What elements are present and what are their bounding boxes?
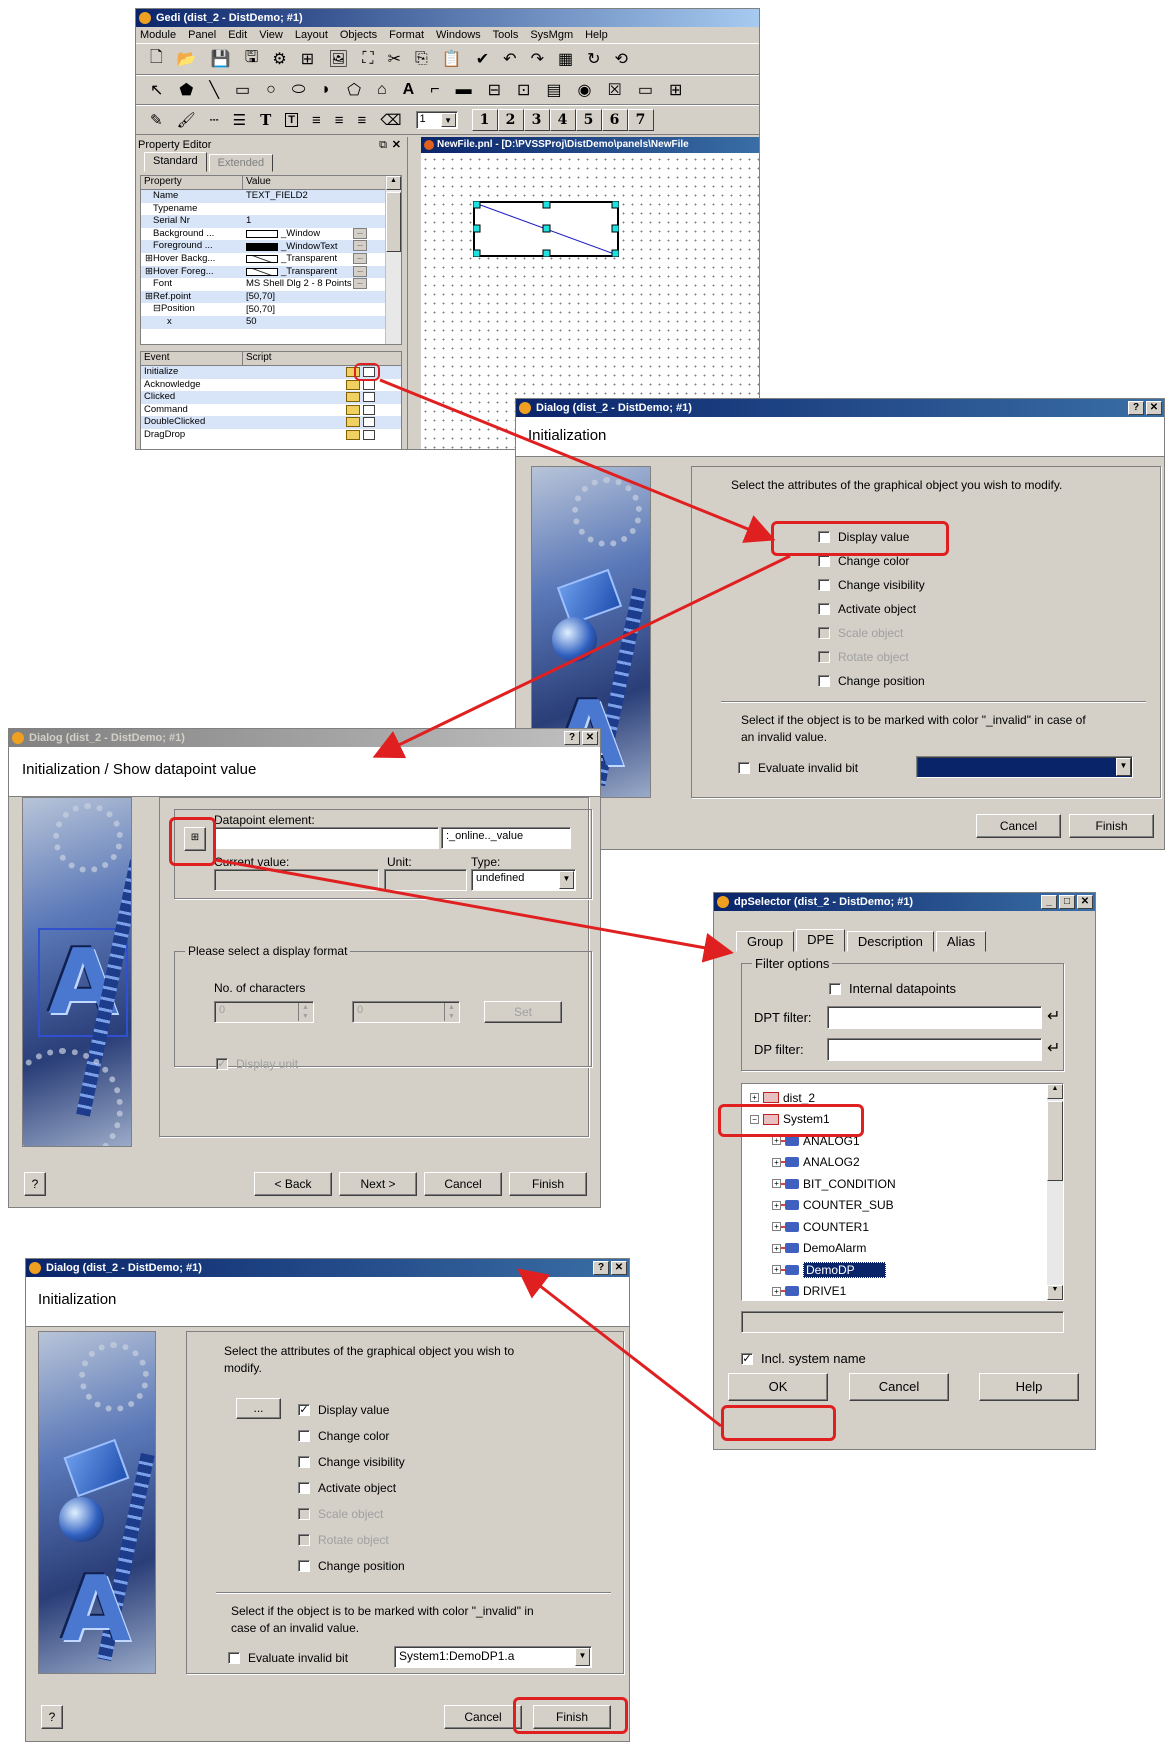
arrow-ok-to-final-dialog [517,1268,722,1428]
annotation-arrows [215,378,791,1428]
arrow-selector-button-to-dp-selector [215,858,734,963]
arrow-initialize-to-dialog [379,378,776,543]
arrow-display-value-to-dp-dialog [372,554,791,759]
